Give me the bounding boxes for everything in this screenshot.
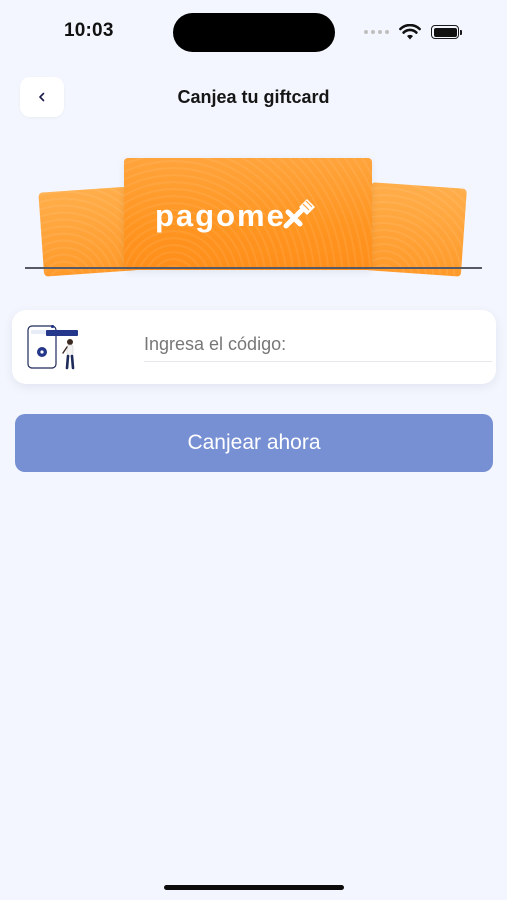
gift-code-input[interactable]	[144, 328, 492, 362]
page-title: Canjea tu giftcard	[177, 87, 330, 107]
pagomex-logo: pagome	[155, 198, 318, 234]
home-indicator[interactable]	[164, 885, 344, 890]
status-icons	[364, 22, 462, 42]
cellular-signal-icon	[364, 30, 389, 34]
brand-wordmark: pagome	[155, 198, 286, 233]
battery-icon	[431, 25, 462, 39]
phone-person-illustration-icon	[27, 325, 78, 370]
card-baseline-divider	[25, 267, 482, 269]
redeem-giftcard-screen: 10:03 Canjea tu giftcard pagome Ingresa …	[0, 0, 507, 900]
redeem-now-button[interactable]: Canjear ahora	[15, 414, 493, 472]
giftcard-back-right	[365, 182, 467, 277]
giftcard-banner: pagome	[0, 150, 507, 277]
status-time: 10:03	[64, 20, 114, 41]
pagomex-x-logo-icon	[283, 199, 315, 229]
code-entry-card	[12, 310, 496, 384]
dynamic-island	[173, 13, 335, 52]
wifi-icon	[399, 24, 421, 40]
